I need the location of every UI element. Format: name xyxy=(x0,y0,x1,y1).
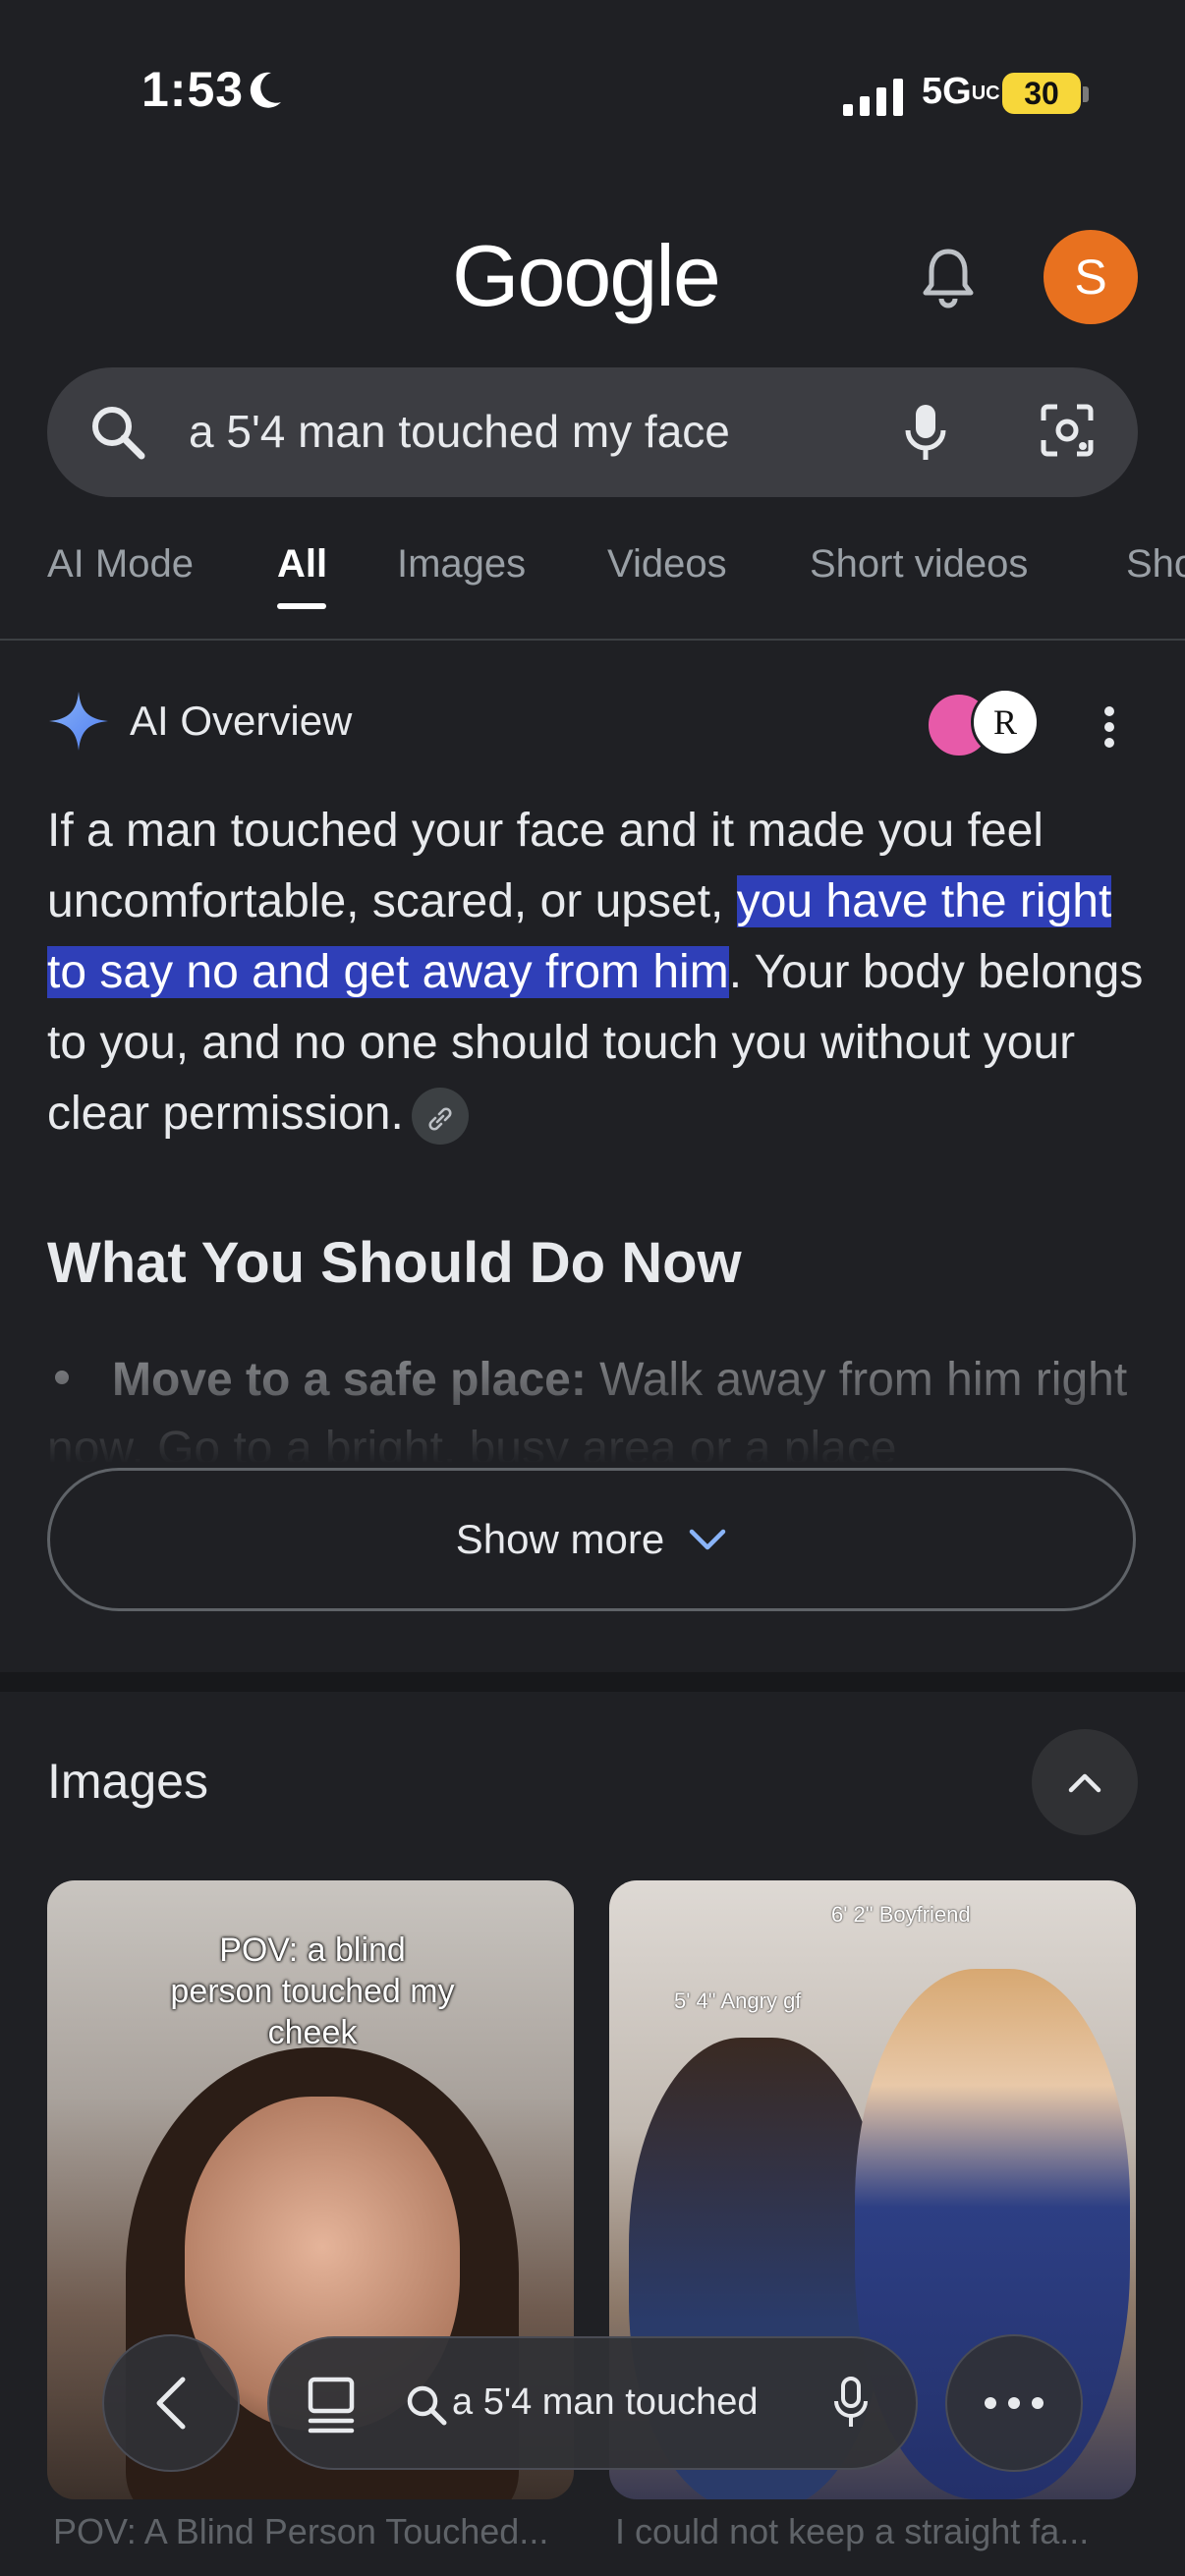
chevron-up-icon xyxy=(1068,1773,1101,1793)
ai-overview-title: AI Overview xyxy=(130,698,353,744)
battery-level: 30 xyxy=(1002,73,1081,114)
chevron-down-icon xyxy=(689,1529,726,1550)
tabs-icon[interactable] xyxy=(305,2376,362,2435)
tab-videos[interactable]: Videos xyxy=(607,542,727,587)
avatar[interactable]: S xyxy=(1044,230,1138,324)
ai-sparkle-icon xyxy=(49,692,108,751)
image-caption-2-side: 5' 4" Angry gf xyxy=(674,1988,802,2013)
collapse-button[interactable] xyxy=(1032,1729,1138,1835)
link-icon[interactable] xyxy=(411,1088,469,1146)
network-type: 5GUC xyxy=(922,71,1000,112)
image-label-1[interactable]: POV: A Blind Person Touched... xyxy=(53,2511,564,2552)
tab-active-indicator xyxy=(277,603,326,609)
bottom-search-text[interactable]: a 5'4 man touched xyxy=(452,2381,786,2424)
search-icon xyxy=(92,407,145,460)
chevron-left-icon xyxy=(156,2377,186,2430)
more-horizontal-icon xyxy=(985,2397,1044,2409)
status-time: 1:53 xyxy=(141,62,245,117)
tab-ai-mode[interactable]: AI Mode xyxy=(47,542,194,587)
image-label-2[interactable]: I could not keep a straight fa... xyxy=(615,2511,1146,2552)
search-icon xyxy=(407,2385,447,2426)
tab-images[interactable]: Images xyxy=(397,542,526,587)
ai-bullet: Move to a safe place: Walk away from him… xyxy=(47,1346,1148,1464)
more-menu-button[interactable] xyxy=(945,2334,1083,2472)
bullet-bold: Move to a safe place: xyxy=(112,1354,587,1406)
google-logo[interactable]: Google xyxy=(452,226,721,326)
moon-icon xyxy=(250,72,281,108)
microphone-icon[interactable] xyxy=(831,2376,871,2431)
image-caption-2-top: 6' 2" Boyfriend xyxy=(831,1902,971,1927)
tabs-divider xyxy=(0,639,1185,641)
source-favicon-2[interactable]: R xyxy=(971,688,1040,756)
show-more-label: Show more xyxy=(455,1516,665,1562)
tab-all[interactable]: All xyxy=(277,542,327,587)
images-section-title: Images xyxy=(47,1754,208,1809)
battery-tip xyxy=(1083,86,1089,102)
bell-icon[interactable] xyxy=(920,246,977,308)
back-button[interactable] xyxy=(102,2334,240,2472)
tab-short-videos[interactable]: Short videos xyxy=(810,542,1028,587)
show-more-button[interactable]: Show more xyxy=(47,1468,1136,1611)
microphone-icon[interactable] xyxy=(902,401,949,464)
image-caption-1: POV: a blind person touched my cheek xyxy=(170,1932,455,2051)
lens-camera-icon[interactable] xyxy=(1038,401,1097,460)
more-options-icon[interactable] xyxy=(1102,705,1116,749)
search-input[interactable]: a 5'4 man touched my face xyxy=(189,405,730,458)
signal-icon xyxy=(843,79,903,116)
ai-overview-text: If a man touched your face and it made y… xyxy=(47,796,1148,1149)
tab-shopping[interactable]: Sho xyxy=(1126,542,1185,587)
section-heading: What You Should Do Now xyxy=(47,1231,742,1295)
section-separator xyxy=(0,1672,1185,1692)
